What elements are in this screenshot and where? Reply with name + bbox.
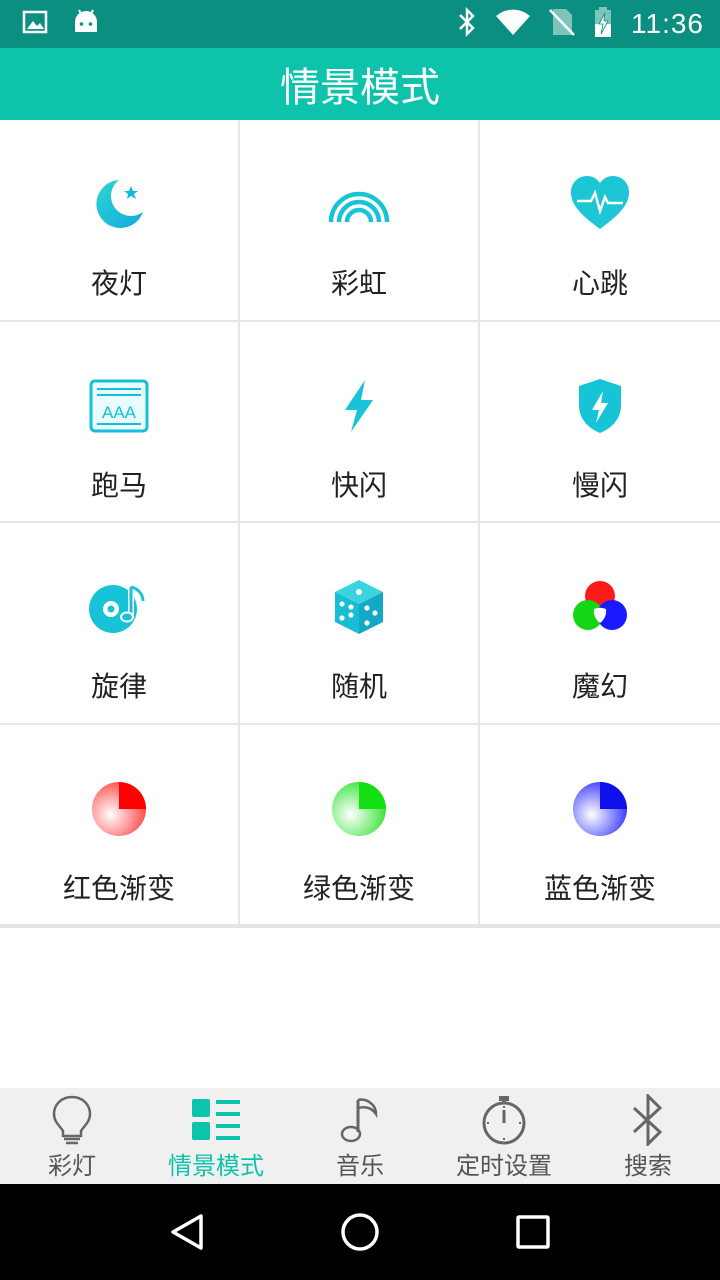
heartbeat-icon [568,172,632,236]
mode-label: 红色渐变 [62,871,175,905]
app-bar: 情景模式 [0,48,720,120]
wifi-icon [495,8,531,40]
nav-item-timer[interactable]: 定时设置 [432,1088,576,1184]
stopwatch-icon [476,1094,532,1146]
mode-label: 慢闪 [571,468,628,502]
nav-item-scene-mode[interactable]: 情景模式 [144,1088,288,1184]
bluetooth-icon [620,1094,676,1146]
recents-icon[interactable] [503,1202,563,1262]
mode-slow-flash[interactable]: 慢闪 [480,321,720,523]
melody-disc-icon [87,575,151,639]
rgb-circles-icon [568,575,632,639]
mode-night-light[interactable]: 夜灯 [0,120,240,322]
battery-charging-icon [593,6,613,42]
nav-label: 定时设置 [456,1152,552,1180]
image-icon [22,9,48,39]
status-time: 11:36 [631,8,704,39]
mode-heartbeat[interactable]: 心跳 [480,120,720,322]
nav-label: 音乐 [336,1152,384,1180]
list-grid-icon [188,1094,244,1146]
mode-rainbow[interactable]: 彩虹 [240,120,480,322]
mode-label: 彩虹 [330,267,387,300]
mode-fast-flash[interactable]: 快闪 [240,321,480,523]
mode-magic[interactable]: 魔幻 [480,523,720,725]
nav-item-music[interactable]: 音乐 [288,1088,432,1184]
system-nav-bar [0,1184,720,1280]
marquee-icon: AAA [87,374,151,438]
mode-blue-gradient[interactable]: 蓝色渐变 [480,724,720,926]
mode-label: 旋律 [90,670,147,703]
nav-label: 彩灯 [48,1152,96,1180]
lightning-icon [327,374,391,438]
mode-melody[interactable]: 旋律 [0,523,240,725]
bluetooth-icon [457,6,477,41]
svg-text:AAA: AAA [102,403,137,422]
mode-marquee[interactable]: AAA 跑马 [0,321,240,523]
no-sim-icon [549,7,575,41]
mode-label: 魔幻 [571,670,628,703]
moon-star-icon [87,172,151,236]
red-gradient-icon [87,777,151,841]
status-bar: 11:36 [0,0,720,48]
mode-random[interactable]: 随机 [240,523,480,725]
bulb-icon [44,1094,100,1146]
bottom-nav: 彩灯 情景模式 音乐 定时设置 搜索 [0,1088,720,1184]
mode-label: 跑马 [90,468,147,502]
nav-label: 搜索 [624,1152,672,1180]
nav-item-search[interactable]: 搜索 [576,1088,720,1184]
back-icon[interactable] [157,1202,217,1262]
dice-icon [327,575,391,639]
mode-label: 随机 [330,670,387,703]
home-icon[interactable] [330,1202,390,1262]
rainbow-icon [327,172,391,236]
mode-label: 夜灯 [90,267,147,300]
mode-label: 快闪 [330,468,387,502]
nav-item-lights[interactable]: 彩灯 [0,1088,144,1184]
mode-label: 心跳 [571,267,628,300]
mode-label: 绿色渐变 [302,871,415,905]
page-title: 情景模式 [280,65,440,111]
music-note-icon [332,1094,388,1146]
green-gradient-icon [327,777,391,841]
mode-grid: 夜灯 彩虹 心跳 AAA 跑马 快闪 慢闪 旋律 随机 魔幻 红色渐变 绿色渐变… [0,120,720,928]
mode-green-gradient[interactable]: 绿色渐变 [240,724,480,926]
mode-label: 蓝色渐变 [543,871,656,905]
shield-lightning-icon [568,374,632,438]
mode-red-gradient[interactable]: 红色渐变 [0,724,240,926]
blue-gradient-icon [568,777,632,841]
nav-label: 情景模式 [168,1152,264,1180]
android-icon [72,8,100,40]
